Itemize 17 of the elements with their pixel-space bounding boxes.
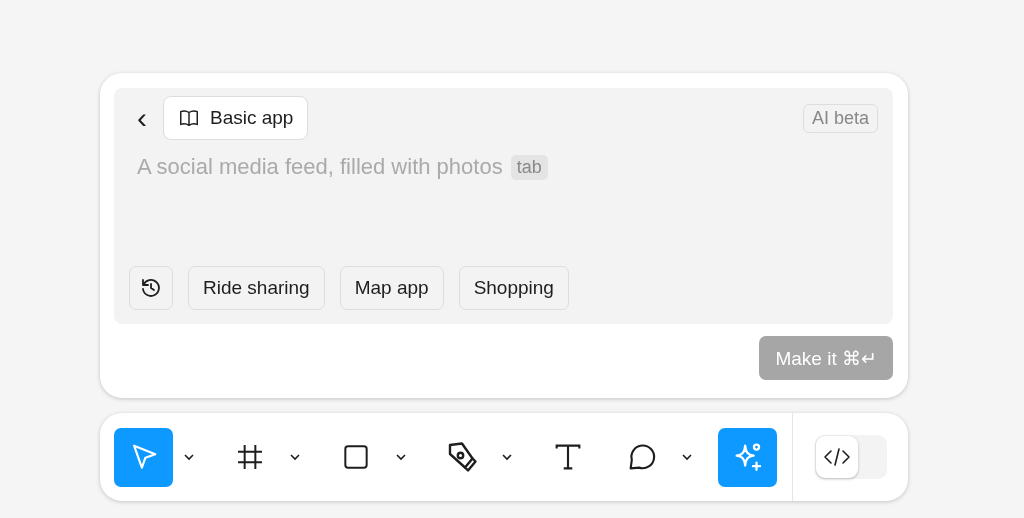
chevron-down-icon: [289, 453, 301, 461]
key-hint: tab: [510, 154, 548, 180]
back-button[interactable]: ‹: [129, 103, 155, 133]
code-icon: [821, 445, 852, 469]
history-icon: [139, 276, 163, 300]
history-button[interactable]: [129, 266, 173, 310]
suggestion-chip[interactable]: Ride sharing: [188, 266, 325, 310]
chevron-down-icon: [681, 453, 693, 461]
beta-badge: AI beta: [802, 103, 878, 133]
chevron-down-icon: [395, 453, 407, 461]
book-icon: [178, 107, 200, 129]
chevron-down-icon: [183, 453, 195, 461]
dev-mode-toggle[interactable]: [814, 435, 887, 479]
template-button[interactable]: Basic app: [163, 96, 309, 140]
suggestion-chip[interactable]: Map app: [339, 266, 444, 310]
suggestion-chip[interactable]: Shopping: [458, 266, 569, 310]
chevron-down-icon: [501, 453, 513, 461]
